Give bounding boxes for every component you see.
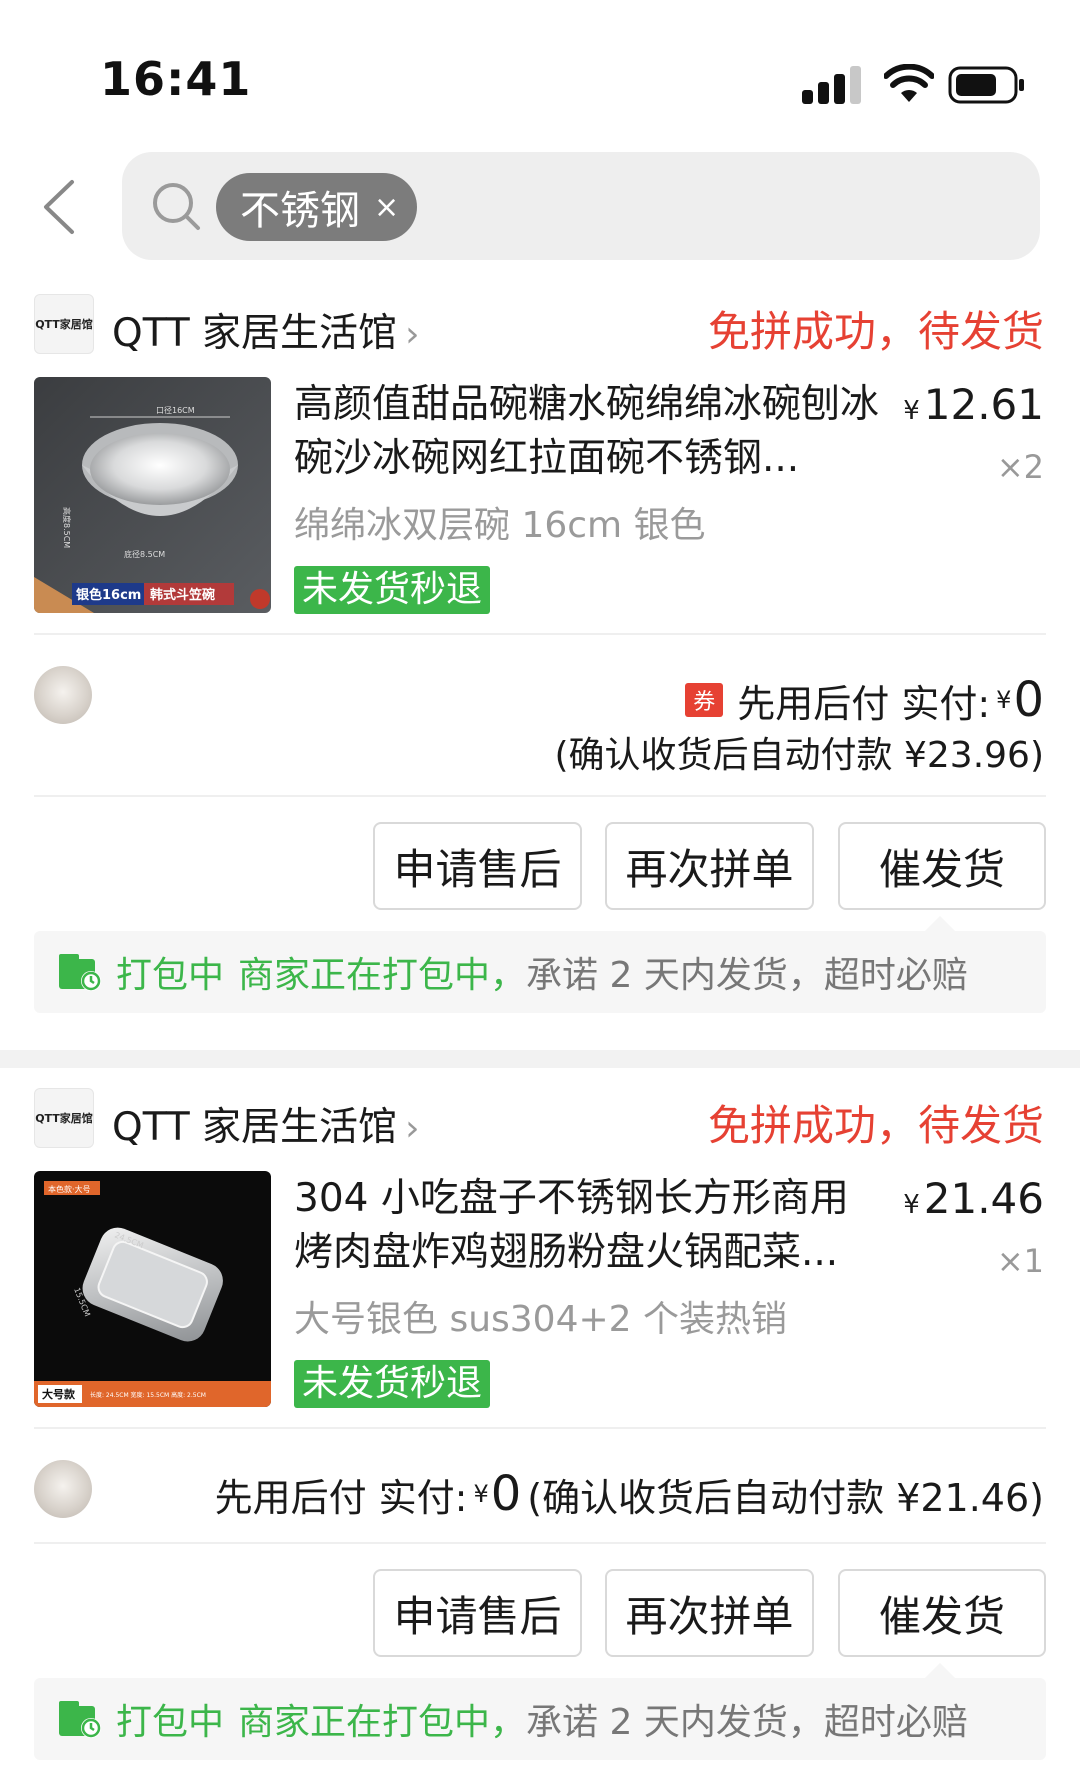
divider: [34, 795, 1046, 797]
notice-text-green: 商家正在打包中，: [238, 955, 527, 996]
avatar: [34, 1460, 92, 1518]
after-sales-button[interactable]: 申请售后: [373, 1569, 582, 1657]
shop-name-link[interactable]: QTT 家居生活馆 ›: [112, 1096, 419, 1152]
notice-status: 打包中: [116, 955, 225, 996]
product-quantity: ×1: [996, 1242, 1044, 1280]
coupon-icon: 券: [685, 683, 724, 717]
notice-status: 打包中: [116, 1702, 225, 1743]
urge-shipping-button[interactable]: 催发货: [838, 822, 1046, 910]
currency-symbol: ¥: [903, 1190, 920, 1220]
bowl-dimension-bottom: 底径8.5CM: [124, 549, 165, 559]
shipping-notice[interactable]: 打包中 商家正在打包中， 承诺 2 天内发货，超时必赔: [34, 1678, 1046, 1760]
divider: [34, 1542, 1046, 1544]
notice-pointer: [924, 1663, 956, 1679]
product-image[interactable]: 口径16CM 底径8.5CM 高度8.5CM 银色16cm 韩式斗笠碗: [34, 377, 271, 613]
notice-pointer: [924, 916, 956, 932]
product-price: ¥12.61: [903, 380, 1044, 429]
currency-symbol: ¥: [903, 396, 920, 426]
product-title[interactable]: 高颜值甜品碗糖水碗绵绵冰碗刨冰碗沙冰碗网红拉面碗不锈钢...: [294, 378, 884, 486]
divider: [34, 633, 1046, 635]
refund-badge: 未发货秒退: [294, 1360, 491, 1408]
image-dimensions: 长度: 24.5CM 宽度: 15.5CM 高度: 2.5CM: [90, 1391, 206, 1399]
refund-badge: 未发货秒退: [294, 566, 491, 614]
product-spec: 绵绵冰双层碗 16cm 银色: [294, 505, 706, 546]
image-tag-color: 银色16cm: [76, 587, 141, 603]
search-icon: [153, 183, 200, 230]
package-icon: [59, 954, 101, 991]
battery-icon: [948, 66, 1024, 104]
product-title[interactable]: 304 小吃盘子不锈钢长方形商用烤肉盘炸鸡翅肠粉盘火锅配菜...: [294, 1172, 884, 1280]
bowl-dimension-side: 高度8.5CM: [62, 507, 72, 548]
order-status: 免拼成功，待发货: [707, 1101, 1044, 1150]
shop-name: QTT 家居生活馆: [112, 311, 398, 356]
chevron-right-icon: ›: [405, 1108, 420, 1149]
pay-prefix: 先用后付 实付:: [214, 1475, 468, 1520]
pay-note: (确认收货后自动付款 ¥21.46): [527, 1475, 1044, 1520]
shop-name-link[interactable]: QTT 家居生活馆 ›: [112, 302, 419, 358]
pay-note: (确认收货后自动付款 ¥23.96): [554, 735, 1045, 776]
image-top-tag: 本色款·大号: [48, 1184, 91, 1194]
pay-amount: 0: [1013, 672, 1044, 728]
image-tag-style: 韩式斗笠碗: [150, 587, 215, 603]
urge-shipping-button[interactable]: 催发货: [838, 1569, 1046, 1657]
card-separator: [0, 1050, 1080, 1068]
status-time: 16:41: [100, 52, 252, 106]
shipping-notice[interactable]: 打包中 商家正在打包中， 承诺 2 天内发货，超时必赔: [34, 931, 1046, 1013]
image-size-tag: 大号款: [42, 1387, 76, 1401]
price-value: 21.46: [923, 1174, 1044, 1223]
product-spec: 大号银色 sus304+2 个装热销: [294, 1299, 787, 1340]
avatar: [34, 666, 92, 724]
order-status: 免拼成功，待发货: [707, 307, 1044, 356]
pay-currency: ¥: [996, 686, 1012, 714]
product-image[interactable]: 本色款·大号 24.5CM 15.5CM 大号款 长度: 24.5CM 宽度: …: [34, 1171, 271, 1407]
divider: [34, 1427, 1046, 1429]
reorder-button[interactable]: 再次拼单: [605, 822, 814, 910]
pay-currency: ¥: [473, 1480, 489, 1508]
pay-amount: 0: [490, 1466, 522, 1522]
tray-image: 本色款·大号 24.5CM 15.5CM 大号款 长度: 24.5CM 宽度: …: [34, 1171, 271, 1407]
shop-name: QTT 家居生活馆: [112, 1105, 398, 1150]
package-icon: [59, 1701, 101, 1738]
shop-logo[interactable]: QTT家居馆: [34, 294, 94, 354]
reorder-button[interactable]: 再次拼单: [605, 1569, 814, 1657]
price-value: 12.61: [923, 380, 1044, 429]
pay-prefix: 先用后付 实付:: [737, 681, 991, 726]
bowl-dimension-top: 口径16CM: [156, 405, 195, 415]
notice-text-gray: 承诺 2 天内发货，超时必赔: [526, 955, 968, 996]
after-sales-button[interactable]: 申请售后: [373, 822, 582, 910]
product-price: ¥21.46: [903, 1174, 1044, 1223]
clear-keyword-icon[interactable]: ×: [374, 190, 399, 225]
search-keyword-chip[interactable]: 不锈钢 ×: [216, 173, 417, 241]
wifi-icon: [884, 64, 934, 102]
bowl-image: 口径16CM 底径8.5CM 高度8.5CM 银色16cm 韩式斗笠碗: [34, 377, 271, 613]
back-arrow-icon[interactable]: [38, 178, 78, 236]
product-quantity: ×2: [996, 448, 1044, 486]
cellular-signal-icon: [802, 66, 864, 104]
notice-text-gray: 承诺 2 天内发货，超时必赔: [526, 1702, 968, 1743]
shop-logo[interactable]: QTT家居馆: [34, 1088, 94, 1148]
chevron-right-icon: ›: [405, 314, 420, 355]
search-keyword: 不锈钢: [240, 188, 360, 234]
payment-summary: 先用后付 实付: ¥ 0 (确认收货后自动付款 ¥21.46): [215, 1466, 1044, 1522]
payment-summary: 券 先用后付 实付: ¥ 0: [685, 672, 1044, 728]
notice-text-green: 商家正在打包中，: [238, 1702, 527, 1743]
